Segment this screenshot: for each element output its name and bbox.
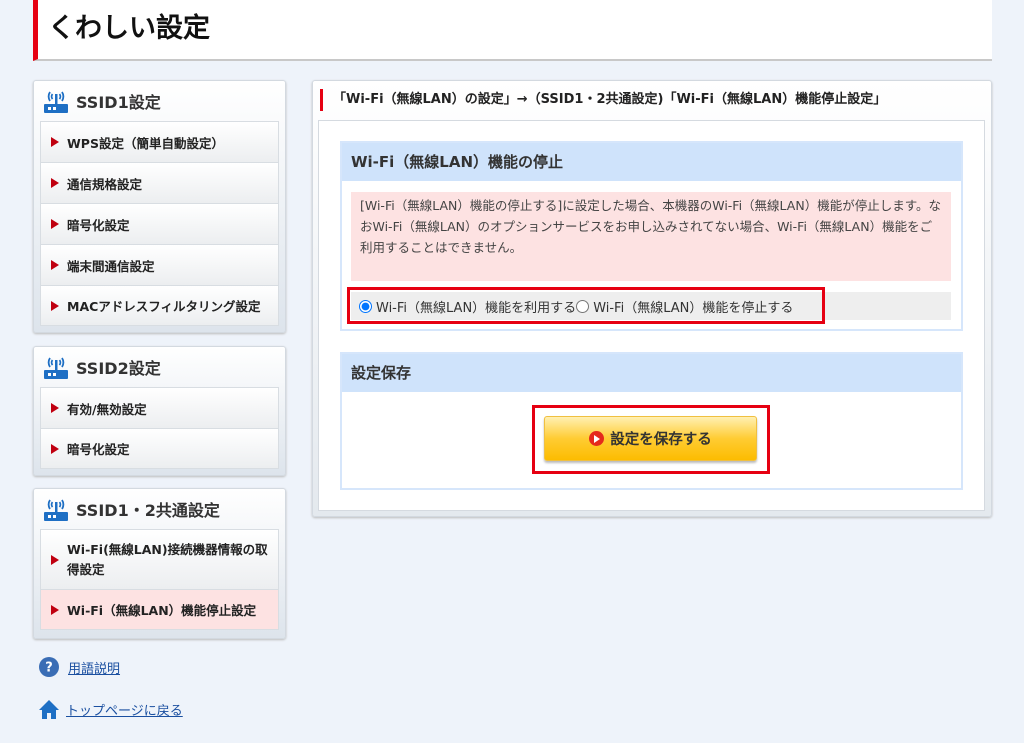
sidebar-item-mac-filter[interactable]: MACアドレスフィルタリング設定 [40,285,279,326]
sidebar-item-label: 通信規格設定 [67,176,143,192]
warning-note: [Wi-Fi（無線LAN）機能の停止する]に設定した場合、本機器のWi-Fi（無… [351,192,951,281]
help-link-label: 用語説明 [68,661,121,677]
sidebar-item-label: 有効/無効設定 [67,401,147,417]
page-title: くわしい設定 [48,13,210,44]
sidebar-item-isolation[interactable]: 端末間通信設定 [40,244,279,285]
sidebar-item-label: WPS設定（簡単自動設定） [67,135,224,151]
triangle-icon [51,178,59,188]
sidebar-item-label: 端末間通信設定 [67,258,155,274]
triangle-icon [51,137,59,147]
sidebar-item-encryption-2[interactable]: 暗号化設定 [40,428,279,469]
sidebar-group-title: SSID1設定 [76,93,161,112]
sidebar-group-title: SSID1・2共通設定 [76,501,220,520]
sidebar-group-ssid2: SSID2設定 有効/無効設定 暗号化設定 [33,346,286,476]
highlight-outline [347,287,825,324]
help-icon: ? [39,657,59,677]
sidebar-item-device-info[interactable]: Wi-Fi(無線LAN)接続機器情報の取得設定 [40,529,279,589]
top-page-link-label: トップページに戻る [66,703,183,719]
triangle-icon [51,260,59,270]
sidebar-item-wps[interactable]: WPS設定（簡単自動設定） [40,121,279,162]
sidebar-group-title: SSID2設定 [76,359,161,378]
sidebar-group-header: SSID2設定 [40,347,279,387]
sidebar-item-label: 暗号化設定 [67,442,130,457]
home-icon [39,700,59,719]
section-title: 設定保存 [342,354,961,392]
sidebar-group-ssid1: SSID1設定 WPS設定（簡単自動設定） 通信規格設定 暗号化設定 端末間通信… [33,80,286,333]
section-title: Wi-Fi（無線LAN）機能の停止 [342,143,961,181]
sidebar-item-label: Wi-Fi（無線LAN）機能停止設定 [67,603,257,618]
sidebar-item-enable[interactable]: 有効/無効設定 [40,387,279,428]
sidebar-item-label: 暗号化設定 [67,217,130,233]
sidebar-item-standard[interactable]: 通信規格設定 [40,162,279,203]
router-icon [44,357,68,379]
triangle-icon [51,604,59,615]
sidebar-group-header: SSID1・2共通設定 [40,489,279,529]
triangle-icon [51,554,59,565]
sidebar-item-label: Wi-Fi(無線LAN)接続機器情報の取得設定 [67,541,268,577]
top-page-link[interactable]: トップページに戻る [38,698,183,720]
router-icon [44,499,68,521]
triangle-icon [51,403,59,413]
breadcrumb: 「Wi-Fi（無線LAN）の設定」→（SSID1・2共通設定)「Wi-Fi（無線… [320,89,886,111]
help-link[interactable]: ? 用語説明 [38,656,120,678]
sidebar-item-label: MACアドレスフィルタリング設定 [67,299,261,314]
highlight-outline [532,405,770,474]
page-header: くわしい設定 [33,0,992,61]
sidebar-item-encryption[interactable]: 暗号化設定 [40,203,279,244]
sidebar-item-wifi-stop[interactable]: Wi-Fi（無線LAN）機能停止設定 [40,589,279,630]
svg-text:?: ? [45,661,53,676]
sidebar-group-header: SSID1設定 [40,81,279,121]
triangle-icon [51,219,59,229]
triangle-icon [51,300,59,311]
triangle-icon [51,443,59,454]
sidebar-group-common: SSID1・2共通設定 Wi-Fi(無線LAN)接続機器情報の取得設定 Wi-F… [33,488,286,639]
router-icon [44,91,68,113]
